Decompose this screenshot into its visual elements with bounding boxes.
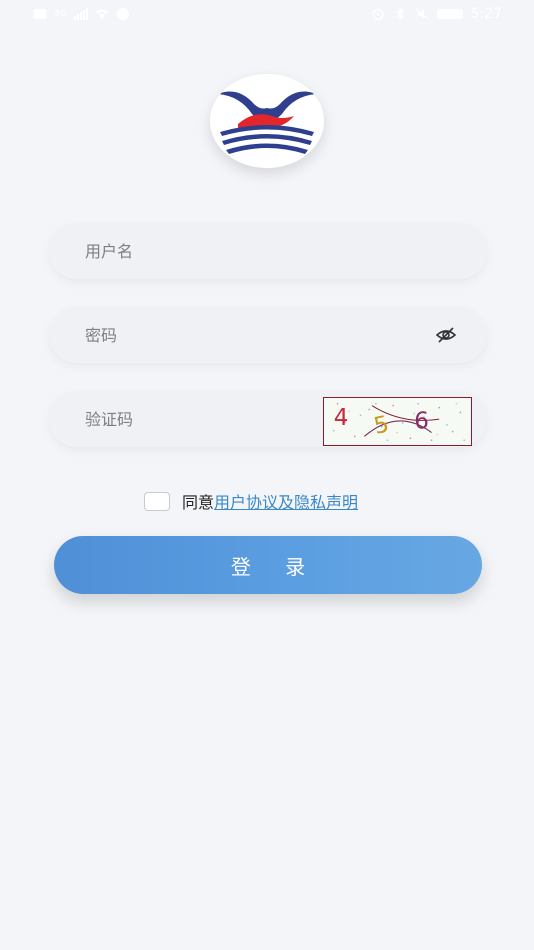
username-input[interactable] xyxy=(85,223,385,279)
agree-prefix: 同意 xyxy=(182,493,215,512)
alarm-icon xyxy=(371,8,385,21)
mute-icon xyxy=(415,8,429,20)
captcha-image[interactable]: 4 5 6 xyxy=(323,397,472,446)
username-field-container xyxy=(49,223,487,279)
password-input[interactable] xyxy=(85,307,385,363)
bluetooth-icon xyxy=(393,7,407,21)
agreement-row: 同意 用户协议及隐私声明 xyxy=(144,489,358,513)
captcha-char-3: 6 xyxy=(414,409,429,435)
privacy-agreement-link[interactable]: 用户协议及隐私声明 xyxy=(214,489,358,513)
wifi-icon xyxy=(95,8,109,20)
status-bar: 4G 5:27 xyxy=(0,0,534,30)
signal-text: 4G xyxy=(54,9,67,19)
captcha-char-1: 4 xyxy=(334,405,349,431)
chat-icon xyxy=(116,8,130,20)
status-time: 5:27 xyxy=(470,6,502,22)
captcha-input[interactable] xyxy=(85,391,285,447)
message-icon xyxy=(33,8,47,20)
battery-icon xyxy=(436,9,463,19)
password-field-container xyxy=(49,307,487,363)
signal-icon xyxy=(73,8,88,20)
app-logo xyxy=(210,74,324,168)
login-button[interactable]: 登 录 xyxy=(54,536,482,594)
captcha-field-container: 4 5 6 xyxy=(49,391,487,447)
logo-icon xyxy=(210,74,324,168)
agree-checkbox[interactable] xyxy=(144,491,170,511)
eye-off-icon[interactable] xyxy=(435,326,457,344)
